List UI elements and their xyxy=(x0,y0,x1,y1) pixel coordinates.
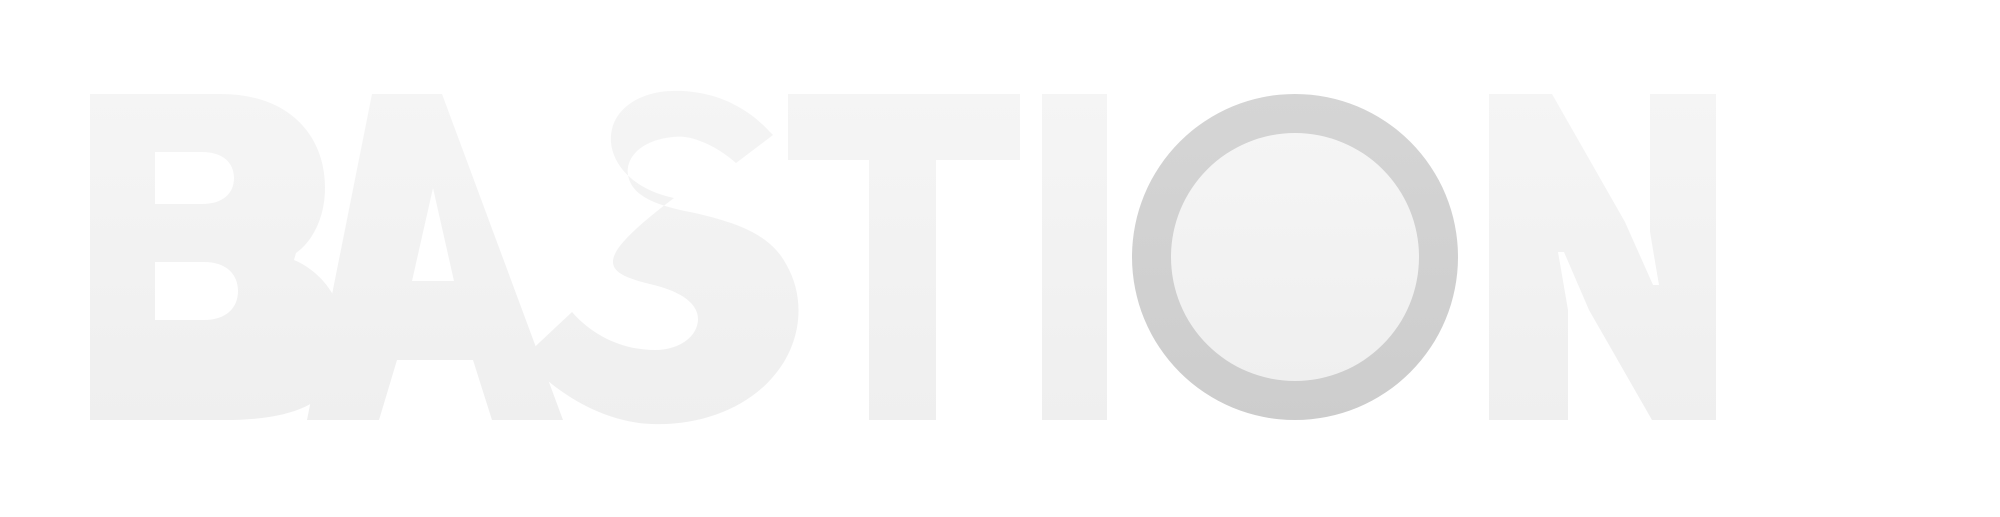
letter-o-inner-disc xyxy=(1171,133,1419,381)
letter-t xyxy=(788,94,1020,420)
letter-s xyxy=(524,90,799,425)
bastion-wordmark-logo xyxy=(90,90,1716,425)
letter-a xyxy=(307,94,563,420)
letter-i xyxy=(1042,94,1107,420)
logo-canvas xyxy=(0,0,2000,517)
letter-b xyxy=(90,94,345,420)
letter-n xyxy=(1489,94,1716,420)
